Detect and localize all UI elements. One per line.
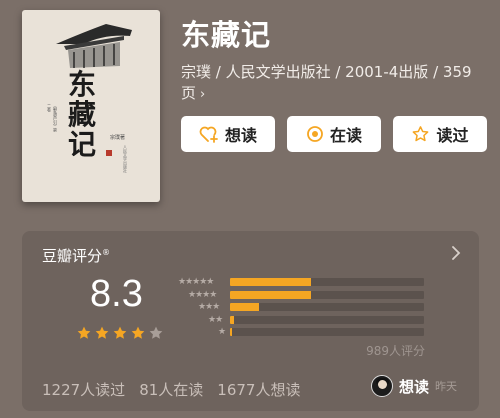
have-read-button[interactable]: 读过 bbox=[393, 116, 487, 152]
book-meta-link[interactable]: 宗璞 / 人民文学出版社 / 2001-4出版 / 359页 › bbox=[181, 62, 481, 105]
rating-bar-track bbox=[230, 303, 424, 311]
cover-publisher: 人民文学出版社 bbox=[123, 145, 128, 173]
cover-series-label: 《野葫芦引》第二卷 bbox=[47, 104, 58, 132]
want-to-read-button[interactable]: 想读 bbox=[181, 116, 275, 152]
reading-dot-icon bbox=[307, 126, 323, 142]
reading-button[interactable]: 在读 bbox=[287, 116, 381, 152]
chevron-right-icon: › bbox=[200, 87, 206, 102]
star-outline-icon bbox=[413, 126, 429, 142]
rating-bar-fill bbox=[230, 278, 312, 286]
rating-panel-title: 豆瓣评分® bbox=[42, 245, 110, 266]
heart-plus-icon bbox=[199, 126, 218, 143]
cover-calligraphy-title: 东藏记 bbox=[68, 68, 97, 161]
rating-bar-track bbox=[230, 290, 424, 299]
chevron-right-icon[interactable] bbox=[451, 245, 461, 261]
star-filled-icon bbox=[95, 326, 109, 339]
rating-bar-fill bbox=[230, 303, 260, 311]
rating-bar-fill bbox=[230, 290, 312, 299]
book-cover[interactable]: 东藏记 《野葫芦引》第二卷 宗璞著 人民文学出版社 bbox=[22, 10, 160, 202]
rating-bar-fill bbox=[230, 315, 234, 324]
avatar-face bbox=[377, 380, 387, 389]
row-star-icons: ★★★★★ bbox=[178, 277, 214, 287]
cover-seal bbox=[106, 150, 112, 156]
rating-bar-fill bbox=[230, 328, 232, 336]
rating-score: 8.3 bbox=[90, 273, 143, 315]
reader-stats: 1227人读过 81人在读 1677人想读 bbox=[42, 379, 300, 400]
rating-bar-track bbox=[230, 278, 424, 286]
star-filled-icon bbox=[131, 326, 145, 339]
book-meta-text: 宗璞 / 人民文学出版社 / 2001-4出版 / 359页 bbox=[181, 63, 472, 102]
want-to-read-label: 想读 bbox=[224, 126, 257, 145]
registered-mark: ® bbox=[102, 248, 111, 257]
stat-want[interactable]: 1677人想读 bbox=[217, 379, 300, 400]
reading-label: 在读 bbox=[329, 126, 362, 145]
rating-count: 989人评分 bbox=[366, 344, 425, 358]
star-filled-icon bbox=[113, 326, 127, 339]
rating-bar-track bbox=[230, 328, 424, 336]
row-star-icons: ★★ bbox=[208, 314, 223, 325]
cover-author: 宗璞著 bbox=[110, 135, 126, 141]
stat-reading[interactable]: 81人在读 bbox=[139, 379, 203, 400]
friend-action: 想读 bbox=[398, 377, 429, 396]
avatar bbox=[370, 375, 393, 397]
star-filled-icon bbox=[77, 326, 91, 339]
have-read-label: 读过 bbox=[436, 126, 469, 145]
action-buttons: 想读 在读 读过 bbox=[181, 116, 487, 152]
book-title: 东藏记 bbox=[181, 18, 272, 52]
star-empty-icon bbox=[149, 326, 163, 339]
rating-panel[interactable]: 豆瓣评分® 8.3 ★★★★★ ★★★★ ★★★ ★★ ★ 989人评分 1227人读过… bbox=[22, 231, 479, 411]
row-star-icons: ★★★★ bbox=[188, 289, 217, 300]
stat-read[interactable]: 1227人读过 bbox=[42, 379, 125, 400]
pavilion-roof-illustration bbox=[56, 24, 132, 68]
row-star-icons: ★ bbox=[218, 327, 226, 337]
rating-title-text: 豆瓣评分 bbox=[42, 247, 103, 265]
row-star-icons: ★★★ bbox=[198, 302, 220, 312]
friend-time: 昨天 bbox=[435, 380, 457, 393]
friend-activity[interactable]: 想读 昨天 bbox=[370, 375, 457, 397]
rating-bar-track bbox=[230, 315, 424, 324]
rating-stars bbox=[76, 325, 164, 341]
